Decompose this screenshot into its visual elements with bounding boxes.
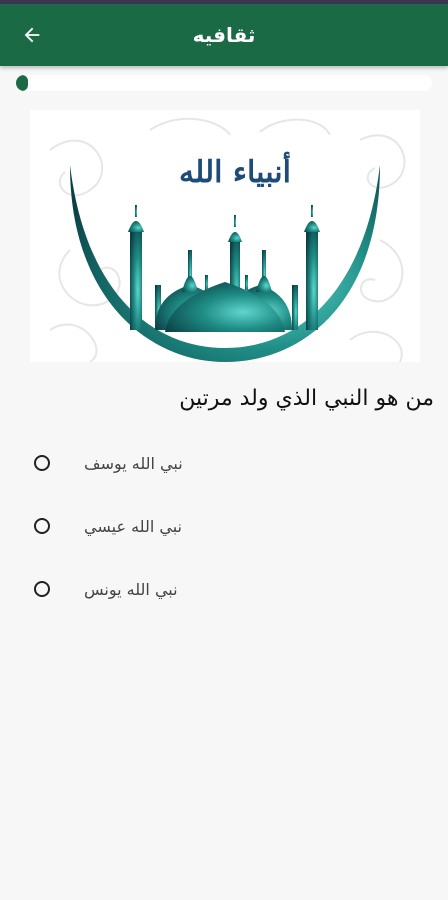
banner-caption: أنبياء الله (179, 151, 291, 190)
question-text: من هو النبي الذي ولد مرتين (179, 386, 434, 411)
answer-option-label-2: نبي الله عيسي (84, 516, 182, 536)
answer-option-3[interactable]: نبي الله يونس (28, 567, 328, 611)
app-title: ثقافيه (192, 23, 256, 47)
answer-option-1[interactable]: نبي الله يوسف (28, 441, 328, 485)
quiz-progress-bar (16, 75, 432, 91)
prophets-banner-image: أنبياء الله (30, 110, 420, 362)
radio-button-3[interactable] (34, 581, 50, 597)
answer-option-label-3: نبي الله يونس (84, 579, 178, 599)
app-bar: ثقافيه (0, 4, 448, 66)
radio-button-2[interactable] (34, 518, 50, 534)
answer-option-label-1: نبي الله يوسف (84, 453, 183, 473)
answer-option-2[interactable]: نبي الله عيسي (28, 504, 328, 548)
radio-button-1[interactable] (34, 455, 50, 471)
quiz-progress-fill (16, 75, 29, 91)
